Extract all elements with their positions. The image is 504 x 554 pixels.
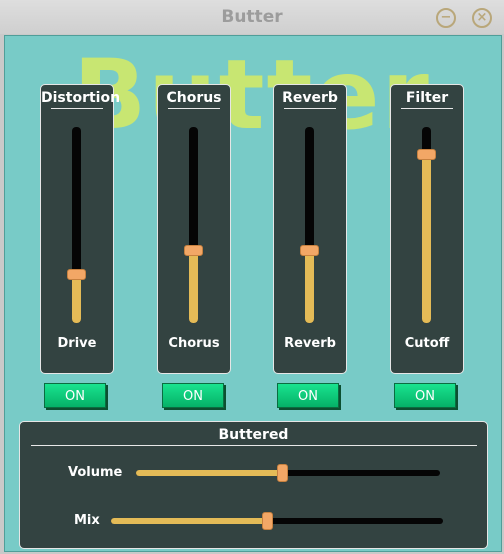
app-window: Butter − × Butter Distortion Drive Choru… bbox=[0, 0, 504, 554]
divider bbox=[51, 108, 103, 109]
slider-handle[interactable] bbox=[300, 245, 319, 257]
slider-fill bbox=[136, 470, 283, 476]
effect-title: Chorus bbox=[166, 90, 222, 106]
slider-handle[interactable] bbox=[276, 464, 288, 482]
window-title: Butter bbox=[221, 7, 283, 27]
param-label: Chorus bbox=[168, 336, 220, 351]
close-icon[interactable]: × bbox=[472, 8, 492, 28]
chorus-on-button[interactable]: ON bbox=[162, 383, 224, 408]
param-label: Drive bbox=[57, 336, 97, 351]
param-label: Reverb bbox=[284, 336, 336, 351]
param-label: Cutoff bbox=[404, 336, 450, 351]
slider-fill bbox=[422, 154, 431, 323]
divider bbox=[284, 108, 336, 109]
volume-label: Volume bbox=[68, 465, 123, 480]
effect-panel-distortion: Distortion Drive bbox=[40, 84, 121, 374]
divider bbox=[168, 108, 220, 109]
volume-slider[interactable] bbox=[136, 464, 440, 482]
minimize-icon[interactable]: − bbox=[436, 8, 456, 28]
buttered-title: Buttered bbox=[218, 427, 289, 443]
effect-title: Filter bbox=[405, 90, 449, 106]
reverb-slider[interactable] bbox=[300, 127, 319, 323]
slider-handle[interactable] bbox=[261, 512, 273, 530]
slider-fill bbox=[111, 518, 268, 524]
title-bar[interactable]: Butter − × bbox=[0, 0, 504, 34]
distortion-on-button[interactable]: ON bbox=[44, 383, 106, 408]
filter-on-button[interactable]: ON bbox=[394, 383, 456, 408]
slider-fill bbox=[72, 274, 81, 323]
mix-slider[interactable] bbox=[111, 512, 443, 530]
slider-handle[interactable] bbox=[184, 245, 203, 257]
slider-handle[interactable] bbox=[417, 149, 436, 161]
effect-title: Distortion bbox=[41, 90, 121, 106]
effect-title: Reverb bbox=[282, 90, 338, 106]
slider-fill bbox=[305, 250, 314, 323]
effect-panel-filter: Filter Cutoff bbox=[390, 84, 464, 374]
slider-fill bbox=[189, 250, 198, 323]
chorus-slider[interactable] bbox=[184, 127, 203, 323]
cutoff-slider[interactable] bbox=[417, 127, 436, 323]
divider bbox=[31, 445, 477, 446]
reverb-on-button[interactable]: ON bbox=[277, 383, 339, 408]
effect-panel-reverb: Reverb Reverb bbox=[273, 84, 347, 374]
mix-label: Mix bbox=[74, 513, 100, 528]
slider-handle[interactable] bbox=[67, 269, 86, 281]
effect-panel-chorus: Chorus Chorus bbox=[157, 84, 231, 374]
divider bbox=[401, 108, 453, 109]
drive-slider[interactable] bbox=[67, 127, 86, 323]
buttered-panel: Buttered Volume Mix bbox=[19, 421, 488, 549]
